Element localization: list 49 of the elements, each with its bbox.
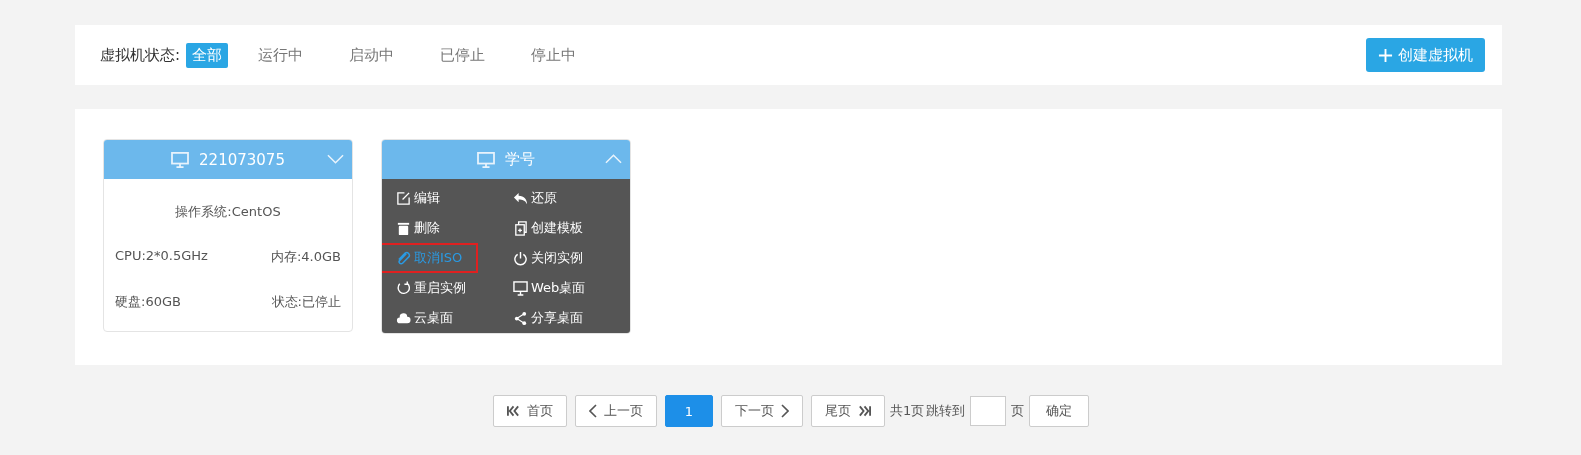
share-icon [513,310,528,326]
previous-page-button[interactable]: 上一页 [574,395,657,427]
copy-icon [513,220,528,236]
monitor-icon [513,280,528,296]
status-filter-tab[interactable]: 运行中 [252,42,310,68]
trash-icon [396,220,411,236]
last-page-icon [858,405,871,417]
plus-icon [1378,47,1393,63]
confirm-button[interactable]: 确定 [1029,395,1090,427]
menu-item[interactable]: 关闭实例 [509,247,587,269]
vm-name: 学号 [505,150,535,169]
chevron-down-icon[interactable] [327,154,344,164]
page-unit-text: 页 [1011,402,1025,420]
undo-icon [513,190,528,206]
monitor-icon [477,151,495,168]
menu-item[interactable]: 重启实例 [392,277,470,299]
menu-item[interactable]: 云桌面 [392,307,457,329]
page-input-field[interactable] [970,396,1007,426]
menu-item[interactable]: 编辑 [392,187,444,209]
status-filter-tab[interactable]: 停止中 [525,42,583,68]
chevron-up-icon[interactable] [605,154,622,164]
filter-label: 虚拟机状态: [100,45,181,65]
menu-item[interactable]: 分享桌面 [509,307,587,329]
edit-icon [396,190,411,206]
monitor-icon [171,151,190,168]
clip-icon [396,250,411,266]
memory-text: 内存:4.0GB [270,248,341,266]
status-filter-tab[interactable]: 已停止 [434,42,492,68]
refresh-icon [396,280,411,296]
last-page-button[interactable]: 尾页 [811,395,885,427]
menu-item[interactable]: Web桌面 [509,277,590,299]
menu-item[interactable]: 创建模板 [509,217,587,239]
power-icon [513,250,528,266]
jump-label: 跳转到 [926,402,966,420]
total-pages-text: 共1页 [890,402,925,420]
menu-item[interactable]: 删除 [392,217,444,239]
menu-item[interactable]: 还原 [509,187,561,209]
chevron-right-icon [781,404,789,418]
status-text: 状态:已停止 [271,293,341,311]
first-page-button[interactable]: 首页 [492,395,567,427]
chevron-left-icon [588,404,597,418]
first-page-icon [506,405,520,417]
os-text: 操作系统:CentOS [174,203,282,221]
vm-name: 221073075 [199,150,285,169]
cpu-text: CPU:2*0.5GHz [115,248,208,265]
status-filter-tab[interactable]: 启动中 [343,42,401,68]
next-page-button[interactable]: 下一页 [721,395,803,427]
cloud-icon [396,310,411,326]
disk-text: 硬盘:60GB [115,293,181,311]
